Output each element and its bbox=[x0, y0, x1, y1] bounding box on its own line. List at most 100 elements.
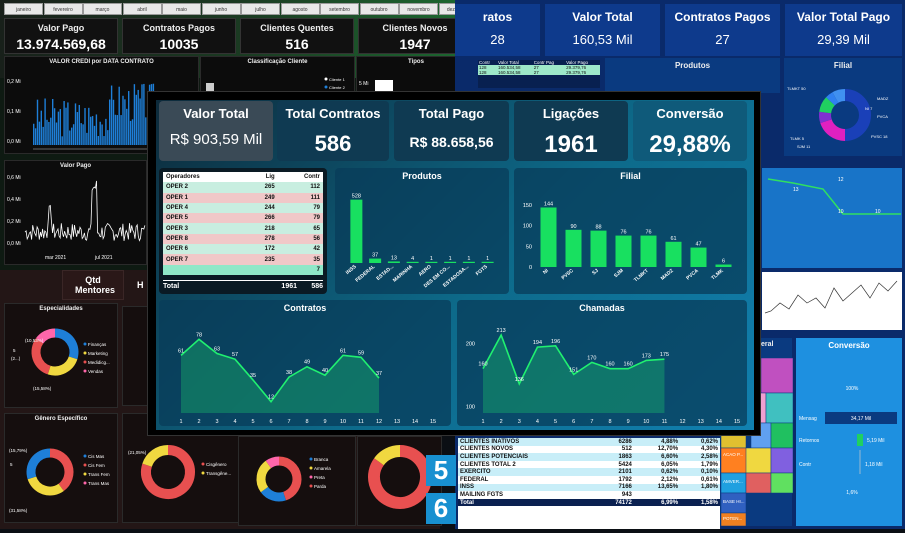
chart-title: Produtos bbox=[402, 171, 442, 181]
table-cell: 235 bbox=[244, 254, 278, 265]
big-number-6: 6 bbox=[426, 493, 456, 524]
kpi-title: Total Pago bbox=[418, 106, 485, 121]
month-button-1[interactable]: fevereiro bbox=[43, 3, 83, 15]
category-label: TLMK bbox=[710, 268, 725, 282]
table-cell: OPER 8 bbox=[163, 233, 245, 245]
x-tick: 3 bbox=[518, 419, 521, 425]
chart-title: Filial bbox=[833, 61, 853, 70]
trend-line bbox=[764, 280, 898, 314]
x-tick: 7 bbox=[287, 419, 290, 425]
x-tick: 5 bbox=[554, 419, 557, 425]
column-header[interactable]: Operadores bbox=[163, 172, 245, 183]
funnel-label: Retornos bbox=[799, 438, 820, 444]
specialty-slice bbox=[47, 356, 78, 376]
race-slice bbox=[256, 460, 272, 493]
legend-dot bbox=[83, 360, 87, 364]
table-row[interactable]: OPER 6 172 42 bbox=[163, 244, 323, 255]
table-cell: OPER 1 bbox=[163, 192, 245, 203]
legend-dot bbox=[83, 481, 87, 485]
specialties-donut-svg: Finanças Marketing Medidicg... Vendas (10,53… bbox=[11, 328, 110, 391]
client-cell: 0,62% bbox=[633, 468, 681, 476]
table-row[interactable]: OPER 7 235 35 bbox=[163, 254, 323, 265]
month-button-0[interactable]: janeiro bbox=[4, 3, 43, 15]
credit-bar bbox=[42, 126, 44, 145]
month-button-3[interactable]: abril bbox=[122, 3, 162, 15]
credit-bar bbox=[76, 112, 79, 145]
data-label: 38 bbox=[286, 370, 292, 376]
month-button-8[interactable]: setembro bbox=[320, 3, 359, 15]
legend-dot bbox=[201, 462, 205, 466]
table-row[interactable]: OPER 2 265 112 bbox=[163, 182, 323, 193]
contracts-area-chart: 61786357351238494061 59371 2 3 4 5 6 7 8 9 10 11 12 1… bbox=[178, 332, 436, 425]
client-cell: 4,30% bbox=[680, 445, 720, 454]
funnel-label: 34,17 Mil bbox=[851, 416, 871, 422]
legend-label: Medidicg... bbox=[88, 360, 110, 365]
client-cell: 1792 bbox=[594, 475, 634, 484]
data-label: 47 bbox=[695, 242, 701, 248]
panel-label: eral bbox=[761, 341, 774, 348]
table-row[interactable]: OPER 4 244 79 bbox=[163, 202, 323, 214]
category-label: MARINHA bbox=[392, 264, 414, 284]
data-label: 175 bbox=[660, 352, 669, 358]
x-tick: 7 bbox=[590, 419, 593, 425]
client-cell: INSS bbox=[458, 483, 595, 492]
point-label: 12 bbox=[838, 177, 844, 183]
total-label: Total bbox=[163, 283, 180, 290]
month-button-9[interactable]: outubro bbox=[359, 3, 399, 15]
client-cell: 1863 bbox=[594, 453, 634, 461]
month-button-7[interactable]: agosto bbox=[280, 3, 320, 15]
x-tick: 9 bbox=[323, 419, 326, 425]
table-row[interactable]: OPER 3 218 65 bbox=[163, 223, 323, 234]
kpi-title: Total Contratos bbox=[285, 106, 381, 121]
category-label: PVCA bbox=[685, 268, 700, 282]
table-row[interactable]: OPER 1 249 111 bbox=[163, 192, 323, 203]
kpi-total-pago: Total Pago R$ 88.658,56 bbox=[394, 101, 509, 161]
table-cell: 266 bbox=[244, 213, 278, 224]
month-button-6[interactable]: julho bbox=[241, 3, 280, 15]
gender-donut-svg: Cis Mas Cis Fem Trans Fem Trans Mas (15,79%)… bbox=[9, 448, 110, 513]
kpi-value: R$ 88.658,56 bbox=[409, 134, 494, 150]
table-row[interactable]: OPER 5 266 79 bbox=[163, 213, 323, 224]
credit-bar bbox=[72, 124, 75, 145]
treemap-cell bbox=[745, 472, 772, 494]
treemap-label: ACAO P... bbox=[723, 452, 743, 457]
bar-DES EM CO... bbox=[444, 261, 457, 263]
column-header[interactable]: Contr bbox=[277, 172, 323, 183]
legend-dot bbox=[201, 471, 205, 475]
data-label: 160 bbox=[478, 362, 487, 368]
x-tick: 4 bbox=[233, 419, 236, 425]
x-tick: 12 bbox=[680, 419, 686, 425]
credit-bar bbox=[129, 120, 132, 145]
slice-label: 5 bbox=[13, 348, 16, 353]
operators-table-panel: Operadores Lig Contr OPER 2 265 112 OPER 1 249 1… bbox=[159, 168, 327, 294]
x-tick: 8 bbox=[608, 419, 611, 425]
treemap-label: POTEN... bbox=[723, 516, 742, 521]
month-button-4[interactable]: maio bbox=[162, 3, 201, 15]
client-cell: 943 bbox=[594, 491, 634, 499]
credit-bar bbox=[50, 117, 52, 145]
credit-bar bbox=[74, 103, 77, 145]
table-row[interactable]: OPER 8 278 56 bbox=[163, 233, 323, 245]
client-cell: 0,62% bbox=[680, 438, 720, 446]
y-tick: 0,4 Mi bbox=[7, 197, 21, 203]
data-label: 61 bbox=[340, 348, 346, 354]
operators-table[interactable]: Operadores Lig Contr OPER 2 265 112 OPER 1 249 1… bbox=[163, 172, 323, 275]
data-label: 1 bbox=[486, 256, 489, 262]
column-header[interactable]: Lig bbox=[244, 172, 278, 183]
products-chart-panel: Produtos 528 INSS 37 FEDERAL 13 ESTAD... 4 MARI… bbox=[335, 168, 509, 294]
slice-label: (10,53%) bbox=[25, 338, 44, 343]
data-label: 4 bbox=[411, 256, 414, 262]
month-button-2[interactable]: março bbox=[83, 3, 122, 15]
kpi-title: Valor Pago bbox=[37, 23, 85, 33]
main-dashboard-window: Valor Total R$ 903,59 Mil Total Contrato… bbox=[147, 91, 761, 436]
credit-bar bbox=[137, 89, 139, 145]
credit-bar bbox=[33, 123, 35, 145]
x-tick: 1 bbox=[481, 419, 484, 425]
credit-bar bbox=[120, 115, 122, 145]
credit-bar bbox=[131, 119, 134, 145]
bar-FGTS bbox=[481, 261, 494, 263]
month-button-10[interactable]: novembro bbox=[399, 3, 438, 15]
month-button-5[interactable]: junho bbox=[201, 3, 241, 15]
credit-bar bbox=[91, 116, 94, 145]
table-row[interactable]: 7 bbox=[163, 264, 323, 275]
